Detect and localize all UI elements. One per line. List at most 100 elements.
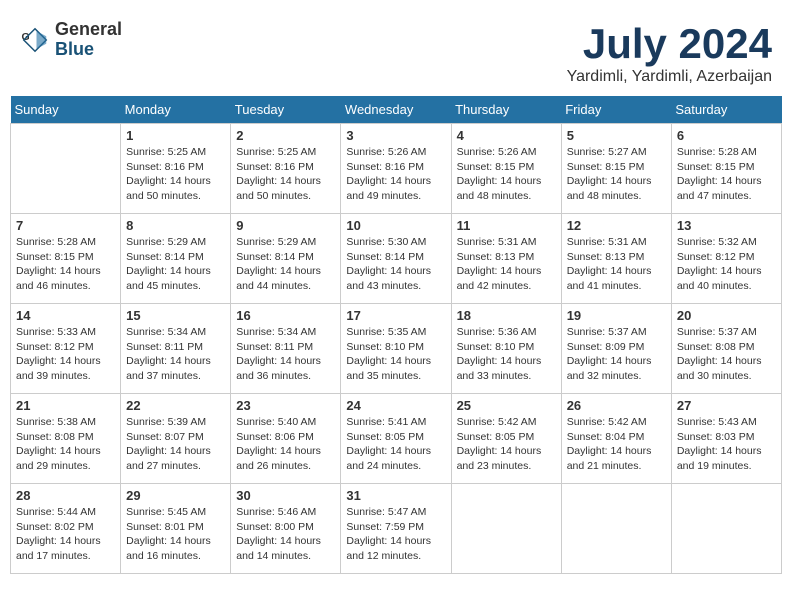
calendar-cell: 20 Sunrise: 5:37 AMSunset: 8:08 PMDayligh… <box>671 304 781 394</box>
calendar-cell: 27 Sunrise: 5:43 AMSunset: 8:03 PMDayligh… <box>671 394 781 484</box>
day-number: 9 <box>236 218 335 233</box>
day-info: Sunrise: 5:31 AMSunset: 8:13 PMDaylight:… <box>457 235 556 294</box>
day-number: 25 <box>457 398 556 413</box>
day-info: Sunrise: 5:28 AMSunset: 8:15 PMDaylight:… <box>677 145 776 204</box>
day-info: Sunrise: 5:25 AMSunset: 8:16 PMDaylight:… <box>236 145 335 204</box>
month-title: July 2024 <box>567 20 772 68</box>
day-info: Sunrise: 5:38 AMSunset: 8:08 PMDaylight:… <box>16 415 115 474</box>
logo-blue-text: Blue <box>55 40 122 60</box>
calendar-cell: 10 Sunrise: 5:30 AMSunset: 8:14 PMDayligh… <box>341 214 451 304</box>
day-number: 29 <box>126 488 225 503</box>
day-number: 15 <box>126 308 225 323</box>
day-info: Sunrise: 5:42 AMSunset: 8:04 PMDaylight:… <box>567 415 666 474</box>
day-info: Sunrise: 5:30 AMSunset: 8:14 PMDaylight:… <box>346 235 445 294</box>
day-info: Sunrise: 5:37 AMSunset: 8:09 PMDaylight:… <box>567 325 666 384</box>
calendar-cell: 8Sunrise: 5:29 AMSunset: 8:14 PMDaylight… <box>121 214 231 304</box>
day-number: 5 <box>567 128 666 143</box>
day-info: Sunrise: 5:40 AMSunset: 8:06 PMDaylight:… <box>236 415 335 474</box>
calendar-cell: 7Sunrise: 5:28 AMSunset: 8:15 PMDaylight… <box>11 214 121 304</box>
day-info: Sunrise: 5:29 AMSunset: 8:14 PMDaylight:… <box>236 235 335 294</box>
calendar-week-row: 21Sunrise: 5:38 AMSunset: 8:08 PMDayligh… <box>11 394 782 484</box>
calendar-cell <box>561 484 671 574</box>
calendar-cell: 29 Sunrise: 5:45 AMSunset: 8:01 PMDayligh… <box>121 484 231 574</box>
calendar-cell: 17 Sunrise: 5:35 AMSunset: 8:10 PMDayligh… <box>341 304 451 394</box>
day-info: Sunrise: 5:41 AMSunset: 8:05 PMDaylight:… <box>346 415 445 474</box>
day-number: 13 <box>677 218 776 233</box>
day-info: Sunrise: 5:44 AMSunset: 8:02 PMDaylight:… <box>16 505 115 564</box>
day-info: Sunrise: 5:26 AMSunset: 8:16 PMDaylight:… <box>346 145 445 204</box>
day-info: Sunrise: 5:43 AMSunset: 8:03 PMDaylight:… <box>677 415 776 474</box>
day-number: 12 <box>567 218 666 233</box>
day-number: 11 <box>457 218 556 233</box>
day-info: Sunrise: 5:28 AMSunset: 8:15 PMDaylight:… <box>16 235 115 294</box>
calendar-header-row: SundayMondayTuesdayWednesdayThursdayFrid… <box>11 96 782 124</box>
day-info: Sunrise: 5:34 AMSunset: 8:11 PMDaylight:… <box>126 325 225 384</box>
day-number: 23 <box>236 398 335 413</box>
calendar-cell: 9 Sunrise: 5:29 AMSunset: 8:14 PMDaylight… <box>231 214 341 304</box>
day-info: Sunrise: 5:36 AMSunset: 8:10 PMDaylight:… <box>457 325 556 384</box>
day-info: Sunrise: 5:33 AMSunset: 8:12 PMDaylight:… <box>16 325 115 384</box>
day-number: 2 <box>236 128 335 143</box>
day-number: 27 <box>677 398 776 413</box>
day-number: 28 <box>16 488 115 503</box>
calendar-cell: 23 Sunrise: 5:40 AMSunset: 8:06 PMDayligh… <box>231 394 341 484</box>
calendar-cell: 16 Sunrise: 5:34 AMSunset: 8:11 PMDayligh… <box>231 304 341 394</box>
day-info: Sunrise: 5:47 AMSunset: 7:59 PMDaylight:… <box>346 505 445 564</box>
calendar-cell: 5 Sunrise: 5:27 AMSunset: 8:15 PMDaylight… <box>561 124 671 214</box>
calendar-table: SundayMondayTuesdayWednesdayThursdayFrid… <box>10 96 782 574</box>
calendar-cell: 1Sunrise: 5:25 AMSunset: 8:16 PMDaylight… <box>121 124 231 214</box>
calendar-cell: 11 Sunrise: 5:31 AMSunset: 8:13 PMDayligh… <box>451 214 561 304</box>
day-number: 16 <box>236 308 335 323</box>
day-number: 14 <box>16 308 115 323</box>
header-wednesday: Wednesday <box>341 96 451 124</box>
calendar-cell: 19 Sunrise: 5:37 AMSunset: 8:09 PMDayligh… <box>561 304 671 394</box>
day-info: Sunrise: 5:34 AMSunset: 8:11 PMDaylight:… <box>236 325 335 384</box>
title-area: July 2024 Yardimli, Yardimli, Azerbaijan <box>567 20 772 86</box>
day-info: Sunrise: 5:32 AMSunset: 8:12 PMDaylight:… <box>677 235 776 294</box>
calendar-cell: 4 Sunrise: 5:26 AMSunset: 8:15 PMDaylight… <box>451 124 561 214</box>
header-thursday: Thursday <box>451 96 561 124</box>
day-number: 8 <box>126 218 225 233</box>
calendar-cell: 12Sunrise: 5:31 AMSunset: 8:13 PMDayligh… <box>561 214 671 304</box>
calendar-cell: 21Sunrise: 5:38 AMSunset: 8:08 PMDayligh… <box>11 394 121 484</box>
calendar-cell: 28 Sunrise: 5:44 AMSunset: 8:02 PMDayligh… <box>11 484 121 574</box>
day-number: 26 <box>567 398 666 413</box>
calendar-cell: 30Sunrise: 5:46 AMSunset: 8:00 PMDayligh… <box>231 484 341 574</box>
day-number: 24 <box>346 398 445 413</box>
day-number: 4 <box>457 128 556 143</box>
calendar-cell: 26 Sunrise: 5:42 AMSunset: 8:04 PMDayligh… <box>561 394 671 484</box>
day-info: Sunrise: 5:37 AMSunset: 8:08 PMDaylight:… <box>677 325 776 384</box>
calendar-cell: 6Sunrise: 5:28 AMSunset: 8:15 PMDaylight… <box>671 124 781 214</box>
day-info: Sunrise: 5:25 AMSunset: 8:16 PMDaylight:… <box>126 145 225 204</box>
calendar-cell: 2 Sunrise: 5:25 AMSunset: 8:16 PMDaylight… <box>231 124 341 214</box>
header-friday: Friday <box>561 96 671 124</box>
location-text: Yardimli, Yardimli, Azerbaijan <box>567 68 772 86</box>
calendar-cell: 25 Sunrise: 5:42 AMSunset: 8:05 PMDayligh… <box>451 394 561 484</box>
day-info: Sunrise: 5:45 AMSunset: 8:01 PMDaylight:… <box>126 505 225 564</box>
day-info: Sunrise: 5:35 AMSunset: 8:10 PMDaylight:… <box>346 325 445 384</box>
day-info: Sunrise: 5:26 AMSunset: 8:15 PMDaylight:… <box>457 145 556 204</box>
header-saturday: Saturday <box>671 96 781 124</box>
calendar-cell: 22Sunrise: 5:39 AMSunset: 8:07 PMDayligh… <box>121 394 231 484</box>
day-info: Sunrise: 5:46 AMSunset: 8:00 PMDaylight:… <box>236 505 335 564</box>
day-info: Sunrise: 5:27 AMSunset: 8:15 PMDaylight:… <box>567 145 666 204</box>
day-number: 18 <box>457 308 556 323</box>
logo-general-text: General <box>55 20 122 40</box>
calendar-cell: 15 Sunrise: 5:34 AMSunset: 8:11 PMDayligh… <box>121 304 231 394</box>
day-number: 31 <box>346 488 445 503</box>
header-sunday: Sunday <box>11 96 121 124</box>
day-number: 19 <box>567 308 666 323</box>
calendar-cell: 14 Sunrise: 5:33 AMSunset: 8:12 PMDayligh… <box>11 304 121 394</box>
day-number: 22 <box>126 398 225 413</box>
day-number: 17 <box>346 308 445 323</box>
day-info: Sunrise: 5:42 AMSunset: 8:05 PMDaylight:… <box>457 415 556 474</box>
calendar-cell: 18 Sunrise: 5:36 AMSunset: 8:10 PMDayligh… <box>451 304 561 394</box>
day-number: 20 <box>677 308 776 323</box>
day-number: 10 <box>346 218 445 233</box>
calendar-week-row: 28 Sunrise: 5:44 AMSunset: 8:02 PMDayligh… <box>11 484 782 574</box>
day-number: 3 <box>346 128 445 143</box>
calendar-cell <box>11 124 121 214</box>
calendar-week-row: 14 Sunrise: 5:33 AMSunset: 8:12 PMDayligh… <box>11 304 782 394</box>
calendar-cell <box>671 484 781 574</box>
calendar-week-row: 1Sunrise: 5:25 AMSunset: 8:16 PMDaylight… <box>11 124 782 214</box>
